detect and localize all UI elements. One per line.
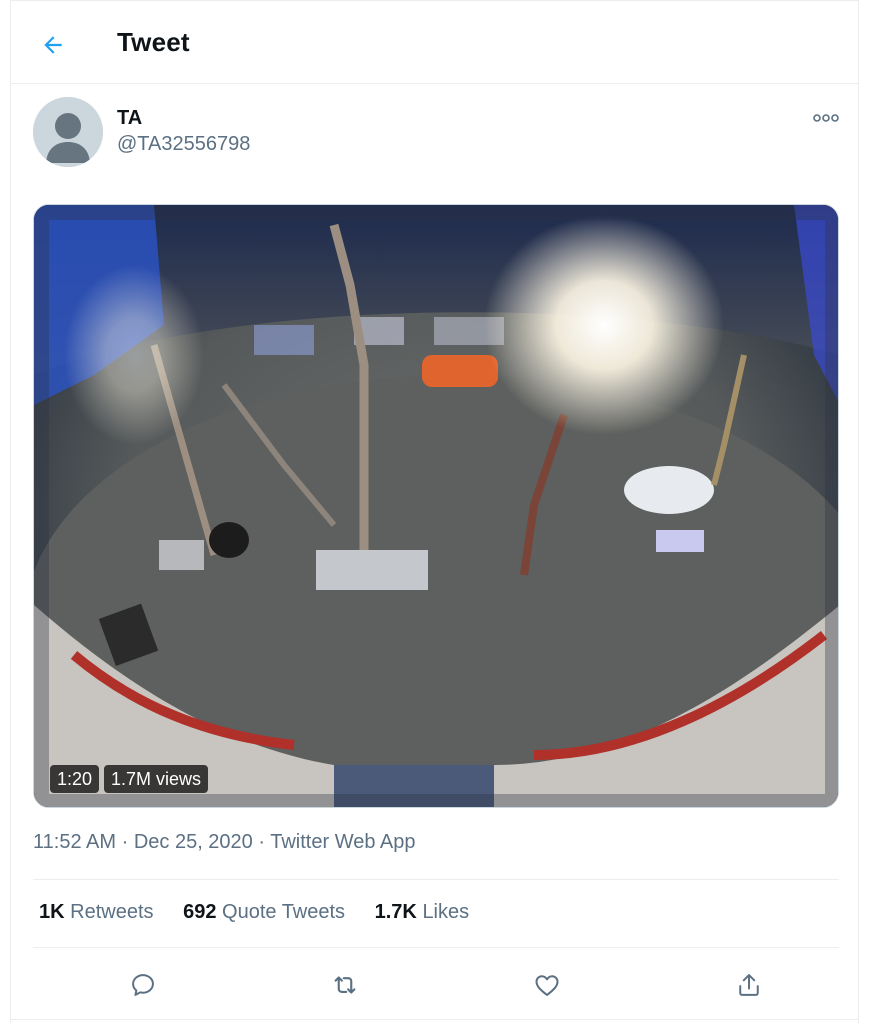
author-display-name[interactable]: TA: [117, 107, 142, 130]
reply-button[interactable]: [121, 963, 165, 1007]
back-button[interactable]: [33, 25, 73, 65]
like-heart-icon: [535, 975, 559, 996]
tweet-metadata: 11:52 AM · Dec 25, 2020 · Twitter Web Ap…: [33, 831, 416, 854]
meta-separator: ·: [258, 831, 266, 853]
likes-stat[interactable]: 1.7K Likes: [375, 901, 470, 924]
divider: [11, 1019, 858, 1020]
retweet-button[interactable]: [323, 963, 367, 1007]
arrow-left-icon: [44, 36, 62, 54]
retweet-icon: [334, 976, 356, 994]
reply-icon: [132, 974, 154, 996]
likes-count: 1.7K: [374, 901, 417, 923]
video-views-badge: 1.7M views: [104, 765, 209, 793]
retweets-label: Retweets: [70, 901, 154, 923]
tweet-stats: 1K Retweets 692 Quote Tweets 1.7K Likes: [39, 901, 493, 924]
retweets-stat[interactable]: 1K Retweets: [39, 901, 154, 924]
more-options-button[interactable]: [809, 105, 843, 131]
tweet-date[interactable]: Dec 25, 2020: [134, 831, 253, 853]
quote-tweets-label: Quote Tweets: [222, 901, 346, 923]
author-handle[interactable]: @TA32556798: [117, 133, 250, 156]
default-avatar-icon: [33, 97, 103, 167]
likes-label: Likes: [422, 901, 470, 923]
quote-tweets-stat[interactable]: 692 Quote Tweets: [183, 901, 345, 924]
tweet-source[interactable]: Twitter Web App: [270, 831, 415, 853]
like-button[interactable]: [525, 963, 569, 1007]
share-button[interactable]: [727, 963, 771, 1007]
share-icon: [739, 974, 759, 996]
more-dots-icon: [813, 114, 839, 122]
quote-tweets-count: 692: [183, 901, 217, 923]
divider: [33, 947, 839, 948]
tweet-detail-page: Tweet TA @TA32556798 1:20 1.7M views 11:…: [10, 0, 859, 1023]
divider: [33, 879, 839, 880]
retweets-count: 1K: [39, 901, 65, 923]
page-title: Tweet: [117, 27, 190, 57]
avatar[interactable]: [33, 97, 103, 167]
video-duration-badge: 1:20: [50, 765, 100, 793]
tweet-action-bar: [33, 963, 839, 1011]
tweet-time[interactable]: 11:52 AM: [33, 831, 116, 853]
video-thumbnail: [34, 205, 838, 807]
page-header: Tweet: [11, 1, 858, 84]
tweet-video[interactable]: 1:20 1.7M views: [33, 204, 839, 808]
meta-separator: ·: [121, 831, 129, 853]
